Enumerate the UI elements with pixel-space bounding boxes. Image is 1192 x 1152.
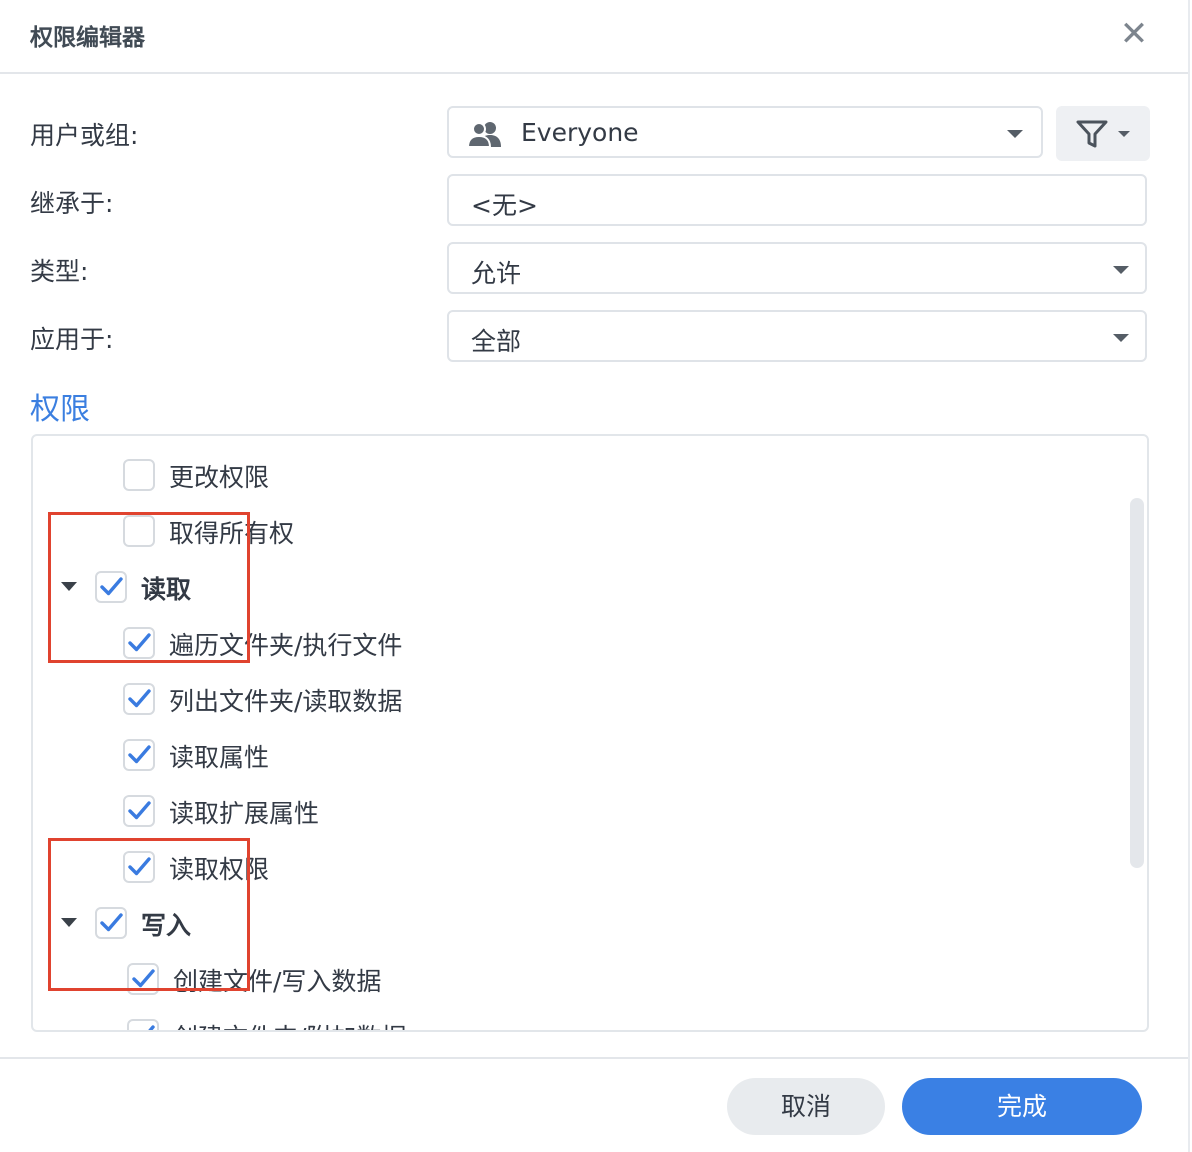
check-icon: [128, 745, 151, 764]
dialog-titlebar: 权限编辑器 ✕: [0, 0, 1188, 74]
inherited-from-label: 继承于:: [30, 189, 114, 218]
type-value: 允许: [471, 259, 522, 288]
permission-editor-dialog: 权限编辑器 ✕ 用户或组: Everyone 继承于: <无> 类型: 允许 应…: [0, 0, 1190, 1152]
check-icon: [148, 1025, 155, 1030]
user-or-group-select[interactable]: Everyone: [447, 106, 1043, 158]
user-or-group-value: Everyone: [521, 118, 639, 147]
chevron-down-icon: [1113, 266, 1129, 274]
apply-to-select[interactable]: 全部: [447, 310, 1147, 362]
permission-label: 创建文件夹/附加数据: [173, 1018, 406, 1030]
done-button[interactable]: 完成: [902, 1078, 1142, 1135]
check-icon: [128, 801, 151, 820]
checkbox[interactable]: [127, 1019, 159, 1030]
permission-item-change-permissions[interactable]: 更改权限: [33, 456, 1033, 496]
highlight-box-write: [48, 838, 250, 991]
type-label: 类型:: [30, 257, 89, 286]
scrollbar[interactable]: [1130, 498, 1144, 868]
inherited-from-field: <无>: [447, 174, 1147, 226]
chevron-down-icon: [1007, 130, 1023, 138]
close-icon[interactable]: ✕: [1116, 14, 1152, 54]
cancel-button[interactable]: 取消: [727, 1078, 885, 1135]
inherited-from-value: <无>: [471, 191, 538, 220]
permission-label: 列出文件夹/读取数据: [169, 687, 403, 716]
permission-item-read-attributes[interactable]: 读取属性: [33, 736, 1033, 776]
permission-label: 更改权限: [169, 463, 270, 492]
checkbox[interactable]: [123, 739, 155, 771]
permission-label: 读取扩展属性: [169, 799, 320, 828]
dialog-title: 权限编辑器: [30, 25, 145, 51]
filter-icon: [1076, 120, 1108, 148]
permission-item-list-folder[interactable]: 列出文件夹/读取数据: [33, 680, 1033, 720]
permission-item-create-folders[interactable]: 创建文件夹/附加数据: [33, 1016, 1033, 1030]
footer-divider: [0, 1057, 1188, 1059]
checkbox[interactable]: [123, 795, 155, 827]
chevron-down-icon: [1118, 131, 1130, 137]
checkbox[interactable]: [123, 459, 155, 491]
apply-to-value: 全部: [471, 327, 522, 356]
chevron-down-icon: [1113, 334, 1129, 342]
highlight-box-read: [48, 512, 250, 663]
filter-button[interactable]: [1056, 106, 1150, 161]
check-icon: [128, 689, 151, 708]
checkbox[interactable]: [123, 683, 155, 715]
user-or-group-label: 用户或组:: [30, 121, 139, 150]
permission-item-read-extended-attributes[interactable]: 读取扩展属性: [33, 792, 1033, 832]
users-icon: [467, 122, 501, 148]
permission-label: 读取属性: [169, 743, 270, 772]
permissions-section-title: 权限: [30, 392, 90, 427]
apply-to-label: 应用于:: [30, 325, 114, 354]
type-select[interactable]: 允许: [447, 242, 1147, 294]
